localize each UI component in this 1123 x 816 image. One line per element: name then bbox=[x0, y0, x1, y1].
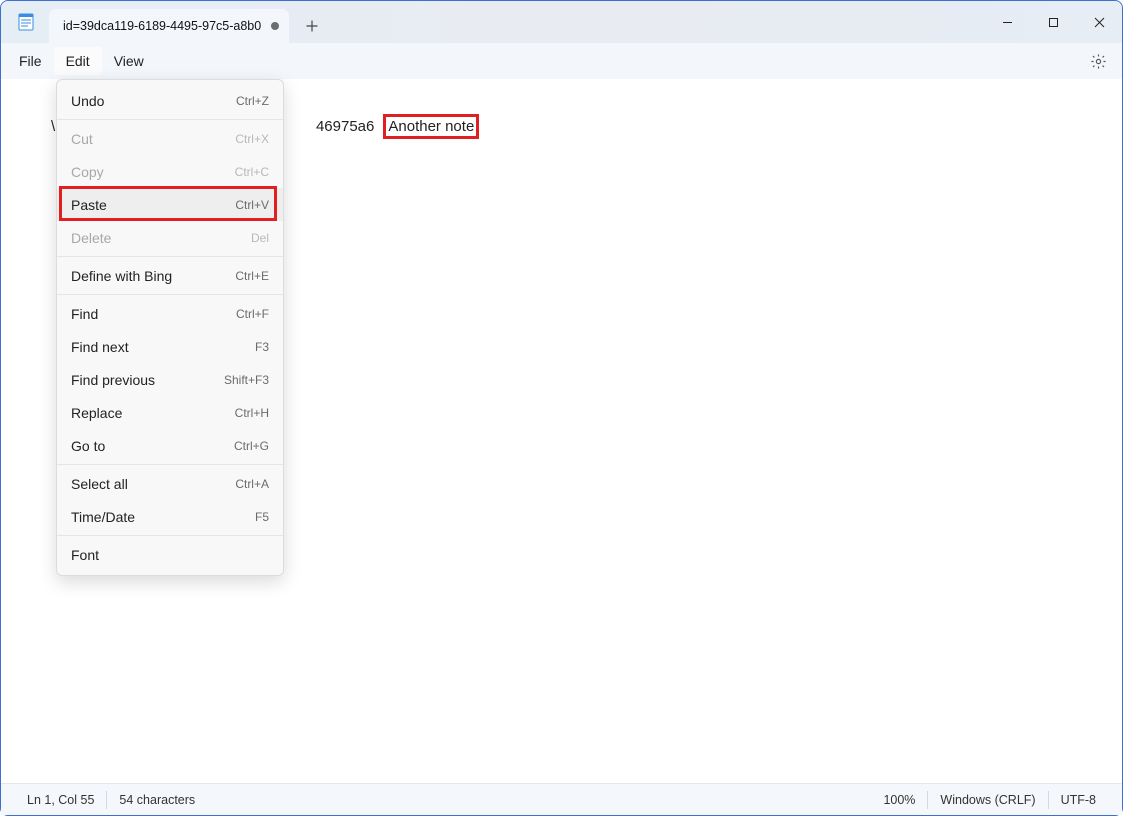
status-cursor-pos: Ln 1, Col 55 bbox=[15, 793, 106, 807]
menu-file[interactable]: File bbox=[7, 47, 54, 75]
menu-item-label: Copy bbox=[71, 164, 104, 180]
menu-item-label: Find previous bbox=[71, 372, 155, 388]
menu-item-delete: Delete Del bbox=[57, 221, 283, 254]
settings-button[interactable] bbox=[1086, 49, 1110, 73]
menu-edit[interactable]: Edit bbox=[54, 47, 102, 75]
menu-item-undo[interactable]: Undo Ctrl+Z bbox=[57, 84, 283, 117]
window-controls bbox=[984, 1, 1122, 43]
menu-separator bbox=[57, 535, 283, 536]
menu-item-shortcut: Ctrl+C bbox=[235, 165, 269, 179]
menu-item-copy: Copy Ctrl+C bbox=[57, 155, 283, 188]
menu-item-define-with-bing[interactable]: Define with Bing Ctrl+E bbox=[57, 259, 283, 292]
menu-item-shortcut: Del bbox=[251, 231, 269, 245]
menu-separator bbox=[57, 119, 283, 120]
menu-item-paste[interactable]: Paste Ctrl+V bbox=[57, 188, 283, 221]
menu-item-label: Cut bbox=[71, 131, 93, 147]
menu-item-shortcut: Ctrl+F bbox=[236, 307, 269, 321]
menu-item-go-to[interactable]: Go to Ctrl+G bbox=[57, 429, 283, 462]
menu-separator bbox=[57, 256, 283, 257]
menu-item-label: Find bbox=[71, 306, 98, 322]
menu-item-label: Font bbox=[71, 547, 99, 563]
menu-item-label: Undo bbox=[71, 93, 104, 109]
menu-item-shortcut: Ctrl+Z bbox=[236, 94, 269, 108]
status-zoom[interactable]: 100% bbox=[871, 793, 927, 807]
menu-item-replace[interactable]: Replace Ctrl+H bbox=[57, 396, 283, 429]
menu-item-label: Delete bbox=[71, 230, 111, 246]
menu-item-shortcut: F3 bbox=[255, 340, 269, 354]
menu-item-find[interactable]: Find Ctrl+F bbox=[57, 297, 283, 330]
menu-item-shortcut: Ctrl+E bbox=[235, 269, 269, 283]
status-char-count: 54 characters bbox=[107, 793, 207, 807]
highlighted-text: Another note bbox=[383, 114, 479, 139]
menu-item-shortcut: Shift+F3 bbox=[224, 373, 269, 387]
maximize-button[interactable] bbox=[1030, 1, 1076, 43]
menu-item-time-date[interactable]: Time/Date F5 bbox=[57, 500, 283, 533]
menu-item-label: Go to bbox=[71, 438, 105, 454]
minimize-button[interactable] bbox=[984, 1, 1030, 43]
menu-view[interactable]: View bbox=[102, 47, 156, 75]
menu-item-font[interactable]: Font bbox=[57, 538, 283, 571]
menu-item-shortcut: Ctrl+H bbox=[235, 406, 269, 420]
menu-item-label: Define with Bing bbox=[71, 268, 172, 284]
menu-item-find-previous[interactable]: Find previous Shift+F3 bbox=[57, 363, 283, 396]
menu-item-select-all[interactable]: Select all Ctrl+A bbox=[57, 467, 283, 500]
menu-item-label: Paste bbox=[71, 197, 107, 213]
menu-item-shortcut: Ctrl+G bbox=[234, 439, 269, 453]
status-line-ending[interactable]: Windows (CRLF) bbox=[928, 793, 1047, 807]
menu-item-shortcut: Ctrl+V bbox=[235, 198, 269, 212]
statusbar: Ln 1, Col 55 54 characters 100% Windows … bbox=[1, 783, 1122, 815]
document-tab[interactable]: id=39dca119-6189-4495-97c5-a8b0 bbox=[49, 9, 289, 43]
menu-item-label: Find next bbox=[71, 339, 129, 355]
menu-item-label: Replace bbox=[71, 405, 122, 421]
edit-dropdown-menu: Undo Ctrl+Z Cut Ctrl+X Copy Ctrl+C Paste Ctrl+V… bbox=[56, 79, 284, 576]
close-button[interactable] bbox=[1076, 1, 1122, 43]
menu-separator bbox=[57, 464, 283, 465]
menubar: File Edit View bbox=[1, 43, 1122, 79]
menu-item-shortcut: F5 bbox=[255, 510, 269, 524]
titlebar: id=39dca119-6189-4495-97c5-a8b0 bbox=[1, 1, 1122, 43]
text-fragment: 46975a6 bbox=[316, 118, 374, 135]
menu-item-shortcut: Ctrl+X bbox=[235, 132, 269, 146]
notepad-icon bbox=[17, 13, 35, 31]
menu-item-shortcut: Ctrl+A bbox=[235, 477, 269, 491]
new-tab-button[interactable] bbox=[295, 9, 329, 43]
tab-title: id=39dca119-6189-4495-97c5-a8b0 bbox=[63, 19, 261, 33]
notepad-window: id=39dca119-6189-4495-97c5-a8b0 File Edi… bbox=[0, 0, 1123, 816]
menu-item-label: Time/Date bbox=[71, 509, 135, 525]
modified-indicator-icon bbox=[271, 22, 279, 30]
status-encoding[interactable]: UTF-8 bbox=[1049, 793, 1108, 807]
menu-item-find-next[interactable]: Find next F3 bbox=[57, 330, 283, 363]
menu-item-label: Select all bbox=[71, 476, 128, 492]
menu-item-cut: Cut Ctrl+X bbox=[57, 122, 283, 155]
menu-separator bbox=[57, 294, 283, 295]
